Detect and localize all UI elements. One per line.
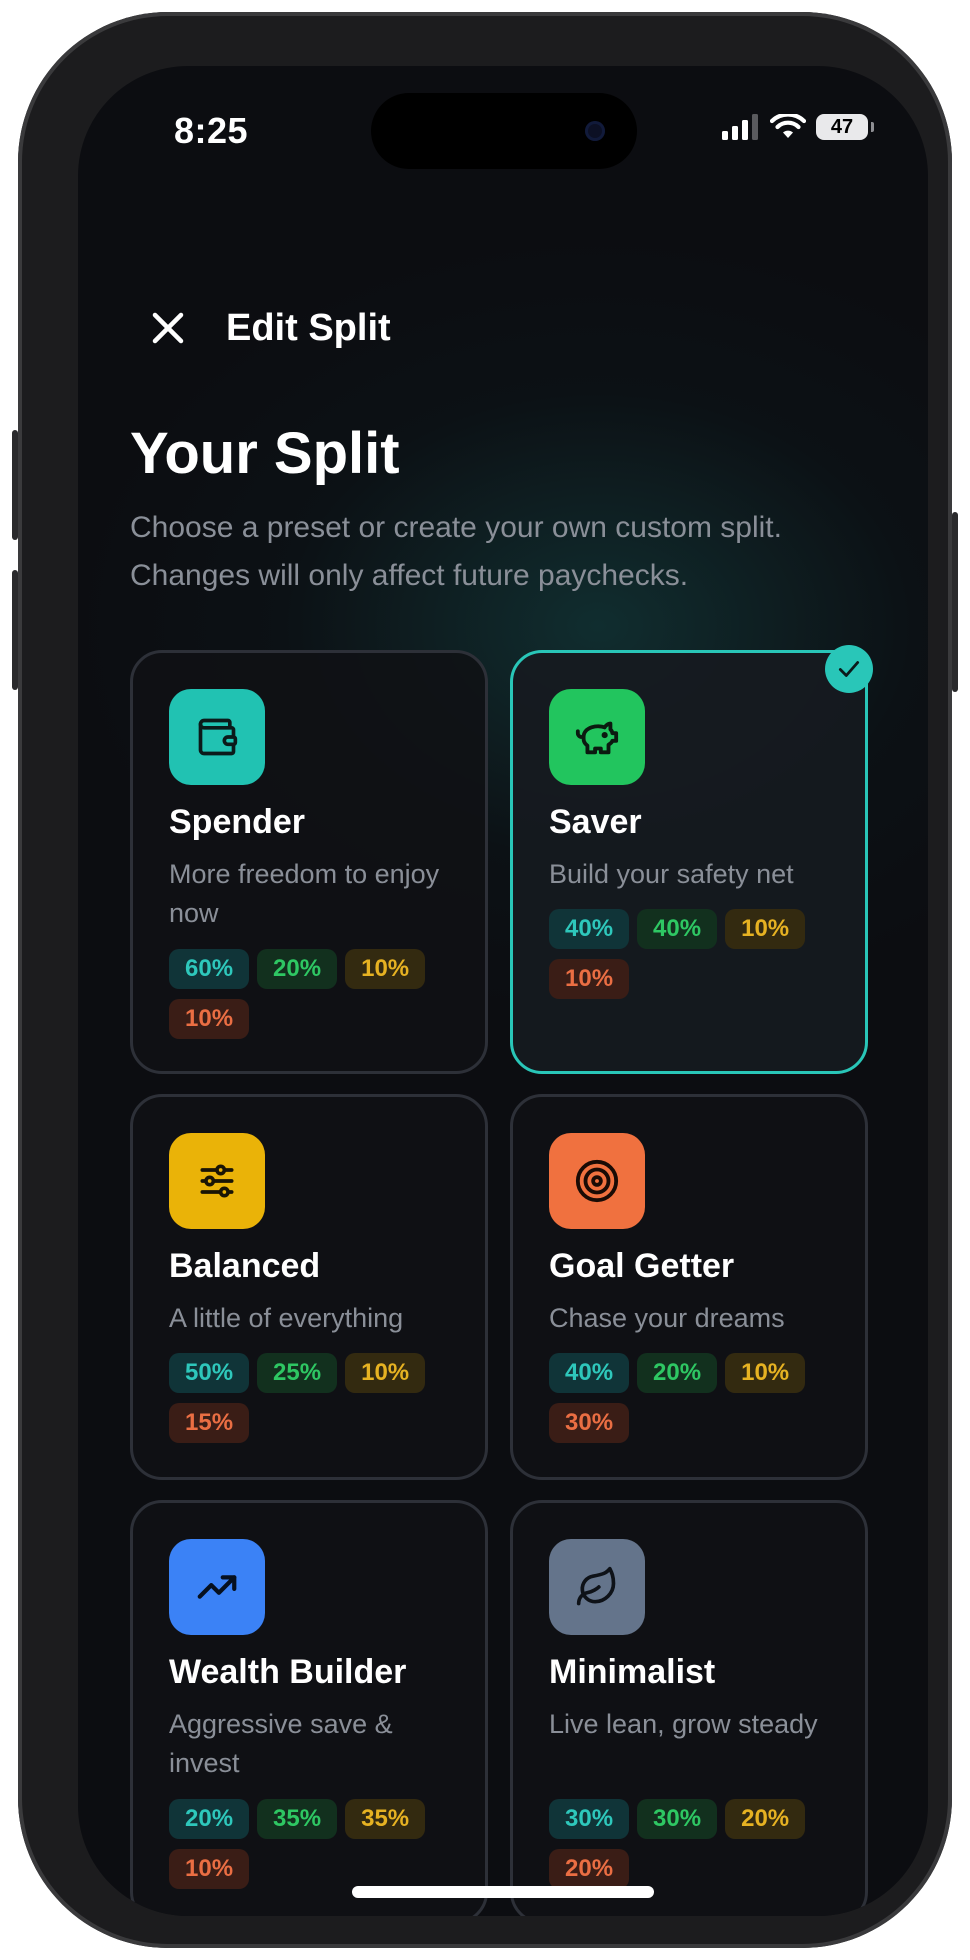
preset-card-wealth-builder[interactable]: Wealth Builder Aggressive save & invest … xyxy=(130,1500,488,1916)
camera-icon xyxy=(585,121,605,141)
wallet-icon xyxy=(198,718,238,756)
nav-title: Edit Split xyxy=(226,306,391,349)
preset-card-spender[interactable]: Spender More freedom to enjoy now 60% 20… xyxy=(130,650,488,1074)
split-chip: 40% xyxy=(549,909,630,949)
preset-card-saver[interactable]: Saver Build your safety net 40% 40% 10% … xyxy=(510,645,873,1074)
split-chips: 40% 20% 10% 30% xyxy=(549,1353,849,1443)
split-chip: 10% xyxy=(725,909,806,949)
leaf-icon xyxy=(576,1566,616,1606)
preset-card-balanced[interactable]: Balanced A little of everything 50% 25% … xyxy=(130,1094,488,1480)
preset-description: More freedom to enjoy now xyxy=(169,859,440,928)
preset-icon-box xyxy=(169,1539,265,1635)
cellular-signal-icon xyxy=(722,114,758,140)
sliders-icon xyxy=(200,1164,234,1198)
split-chip: 10% xyxy=(345,949,426,989)
split-chip: 35% xyxy=(257,1799,338,1839)
check-icon xyxy=(838,661,860,677)
status-icons: 47 xyxy=(722,114,874,140)
split-chips: 60% 20% 10% 10% xyxy=(169,949,469,1039)
preset-icon-box xyxy=(549,689,645,785)
split-chip: 30% xyxy=(637,1799,718,1839)
split-chip: 15% xyxy=(169,1403,250,1443)
split-chip: 20% xyxy=(725,1799,806,1839)
battery-icon: 47 xyxy=(816,114,874,140)
split-chips: 20% 35% 35% 10% xyxy=(169,1799,469,1889)
split-chip: 30% xyxy=(549,1403,630,1443)
trending-up-icon xyxy=(197,1575,237,1599)
preset-description: Aggressive save & invest xyxy=(169,1709,393,1778)
preset-title: Saver xyxy=(549,803,642,841)
close-button[interactable] xyxy=(138,298,198,358)
preset-description: Build your safety net xyxy=(549,859,794,889)
split-chips: 30% 30% 20% 20% xyxy=(549,1799,849,1889)
target-icon xyxy=(575,1159,619,1203)
preset-description: A little of everything xyxy=(169,1303,404,1333)
preset-icon-box xyxy=(549,1539,645,1635)
preset-description: Chase your dreams xyxy=(549,1303,785,1333)
split-chip: 60% xyxy=(169,949,250,989)
split-chip: 10% xyxy=(725,1353,806,1393)
preset-icon-box xyxy=(549,1133,645,1229)
dynamic-island xyxy=(371,93,637,169)
battery-level: 47 xyxy=(830,115,854,138)
split-chip: 40% xyxy=(637,909,718,949)
preset-card-goal-getter[interactable]: Goal Getter Chase your dreams 40% 20% 10… xyxy=(510,1094,868,1480)
split-chip: 40% xyxy=(549,1353,630,1393)
split-chip: 10% xyxy=(345,1353,426,1393)
selected-check-badge xyxy=(825,645,873,693)
power-button xyxy=(952,512,958,692)
nav-bar: Edit Split xyxy=(138,298,391,358)
split-chip: 20% xyxy=(169,1799,250,1839)
preset-title: Balanced xyxy=(169,1247,321,1285)
split-chip: 20% xyxy=(257,949,338,989)
split-chip: 50% xyxy=(169,1353,250,1393)
mute-switch xyxy=(12,430,18,540)
status-time: 8:25 xyxy=(174,110,249,151)
close-icon xyxy=(152,312,184,344)
split-chip: 25% xyxy=(257,1353,338,1393)
preset-icon-box xyxy=(169,1133,265,1229)
preset-title: Wealth Builder xyxy=(169,1653,407,1691)
app-screen: 8:25 47 Edit Split Your Split Choose a p… xyxy=(78,66,928,1916)
split-chips: 40% 40% 10% 10% xyxy=(549,909,849,999)
split-chip: 30% xyxy=(549,1799,630,1839)
split-chip: 20% xyxy=(637,1353,718,1393)
split-chips: 50% 25% 10% 15% xyxy=(169,1353,469,1443)
preset-title: Minimalist xyxy=(549,1653,716,1691)
page-title: Your Split xyxy=(130,421,400,486)
wifi-icon xyxy=(770,114,806,138)
split-chip: 10% xyxy=(169,999,250,1039)
home-indicator[interactable] xyxy=(352,1886,654,1898)
phone-frame: 8:25 47 Edit Split Your Split Choose a p… xyxy=(12,12,958,1948)
split-chip: 20% xyxy=(549,1849,630,1889)
preset-title: Spender xyxy=(169,803,306,841)
split-chip: 35% xyxy=(345,1799,426,1839)
split-chip: 10% xyxy=(169,1849,250,1889)
piggy-bank-icon xyxy=(575,721,619,755)
preset-description: Live lean, grow steady xyxy=(549,1709,818,1739)
split-chip: 10% xyxy=(549,959,630,999)
preset-title: Goal Getter xyxy=(549,1247,735,1285)
preset-card-minimalist[interactable]: Minimalist Live lean, grow steady 30% 30… xyxy=(510,1500,868,1916)
preset-icon-box xyxy=(169,689,265,785)
volume-down-button xyxy=(12,570,18,690)
page-subtitle: Choose a preset or create your own custo… xyxy=(130,511,782,592)
